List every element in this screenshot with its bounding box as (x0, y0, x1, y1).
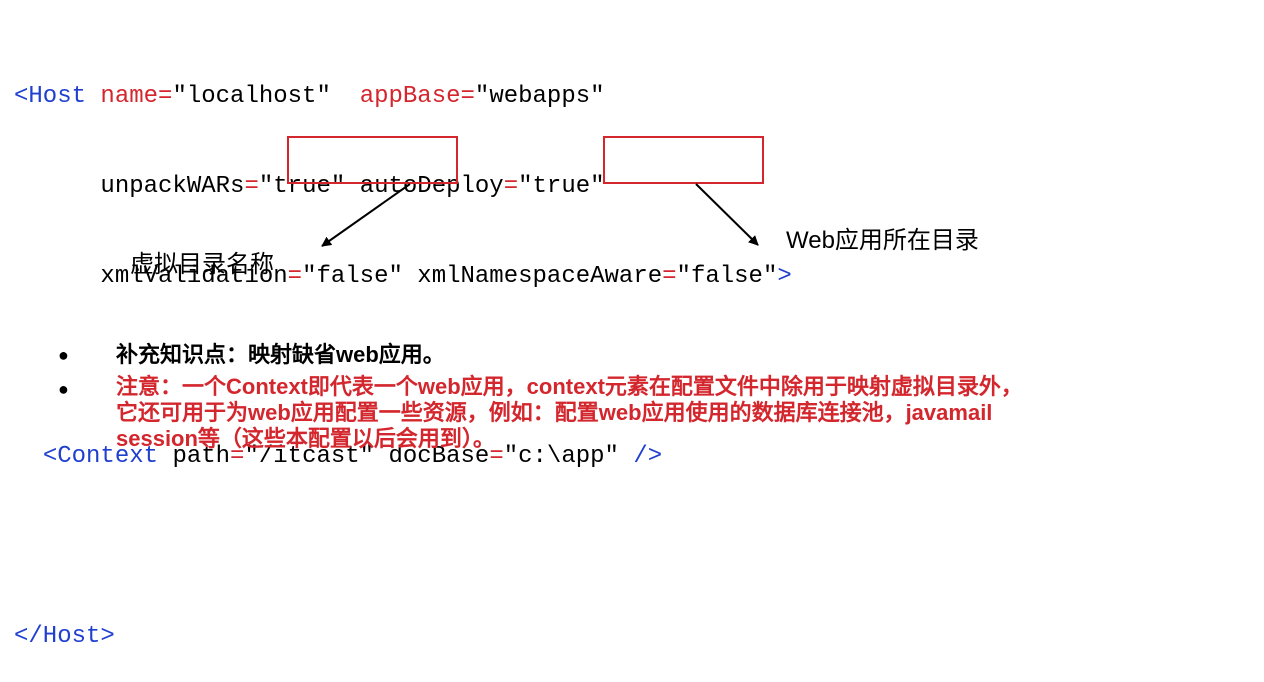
bullet-2-line-2: 它还可用于为web应用配置一些资源，例如：配置web应用使用的数据库连接池，ja… (116, 400, 993, 425)
bullet-dot: ● (58, 379, 69, 399)
bullet-2-line-3: session等（这些本配置以后会用到）。 (116, 426, 495, 451)
bullet-list: ● 补充知识点：映射缺省web应用。 ● 注意：一个Context即代表一个we… (58, 340, 1248, 452)
virtual-dir-label: 虚拟目录名称 (130, 251, 274, 278)
list-item: ● 注意：一个Context即代表一个web应用，context元素在配置文件中… (58, 374, 1248, 452)
arrow-to-virtual-dir (321, 183, 411, 247)
arrow-to-web-dir (695, 183, 759, 246)
list-item: ● 补充知识点：映射缺省web应用。 (58, 340, 1248, 370)
bullet-text-2: 注意：一个Context即代表一个web应用，context元素在配置文件中除用… (116, 374, 1023, 452)
code-line-host-close: </Host> (14, 622, 792, 652)
tag-host-close: </Host> (14, 623, 115, 650)
web-dir-label: Web应用所在目录 (786, 227, 979, 254)
bullet-dot: ● (58, 345, 69, 365)
bullet-text-1: 补充知识点：映射缺省web应用。 (116, 342, 445, 367)
bullet-2-line-1: 注意：一个Context即代表一个web应用，context元素在配置文件中除用… (116, 374, 1023, 399)
